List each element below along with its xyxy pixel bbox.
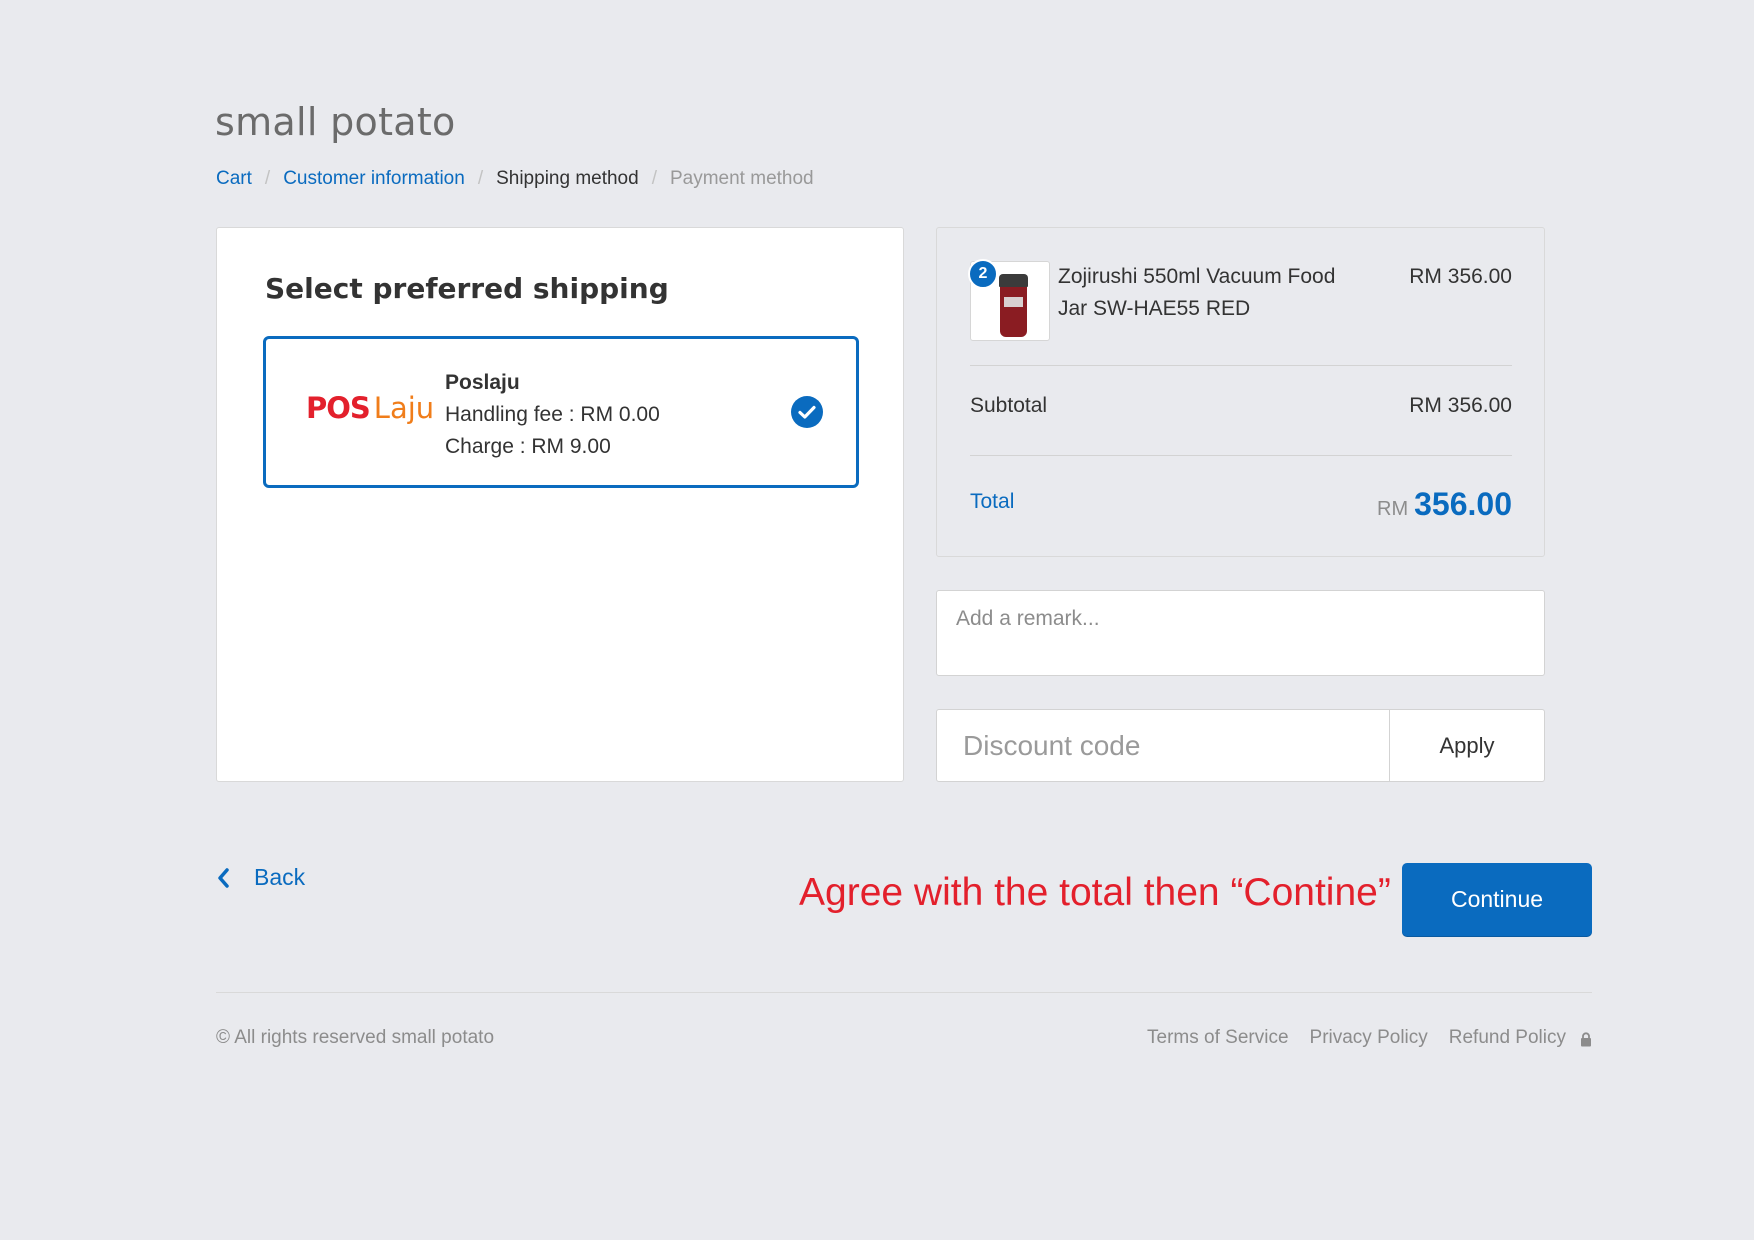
shipping-option-poslaju[interactable]: POS Laju Poslaju Handling fee : RM 0.00 C… <box>263 336 859 488</box>
subtotal-value: RM 356.00 <box>1409 394 1512 417</box>
shipping-heading: Select preferred shipping <box>265 272 669 305</box>
food-jar-image <box>999 274 1028 337</box>
breadcrumb-customer-information[interactable]: Customer information <box>283 168 465 190</box>
breadcrumb-separator: / <box>477 168 484 189</box>
breadcrumb-payment-method: Payment method <box>669 168 814 189</box>
remark-input[interactable] <box>936 590 1545 676</box>
breadcrumb: Cart / Customer information / Shipping m… <box>216 168 814 190</box>
breadcrumb-cart[interactable]: Cart <box>216 168 252 190</box>
terms-of-service-link[interactable]: Terms of Service <box>1147 1027 1288 1049</box>
logo-pos-text: POS <box>306 391 371 425</box>
breadcrumb-separator: / <box>264 168 271 189</box>
apply-button[interactable]: Apply <box>1389 710 1544 781</box>
refund-policy-link[interactable]: Refund Policy <box>1449 1027 1566 1049</box>
annotation-text: Agree with the total then “Contine” <box>799 871 1391 914</box>
quantity-badge: 2 <box>968 259 998 289</box>
discount-code-input[interactable] <box>937 710 1389 781</box>
check-circle-icon[interactable] <box>791 396 823 428</box>
continue-button[interactable]: Continue <box>1402 863 1592 936</box>
footer-divider <box>216 992 1592 993</box>
shipping-charge: Charge : RM 9.00 <box>445 435 611 458</box>
order-summary: 2 Zojirushi 550ml Vacuum Food Jar SW-HAE… <box>936 227 1545 557</box>
privacy-policy-link[interactable]: Privacy Policy <box>1310 1027 1428 1049</box>
summary-divider <box>970 455 1512 456</box>
shipping-name: Poslaju <box>445 371 520 394</box>
summary-divider <box>970 365 1512 366</box>
total-label: Total <box>970 490 1015 513</box>
back-label: Back <box>254 864 306 890</box>
product-name: Zojirushi 550ml Vacuum Food Jar SW-HAE55… <box>1058 265 1336 320</box>
chevron-left-icon <box>216 867 230 889</box>
shipping-details: Poslaju Handling fee : RM 0.00 Charge : … <box>445 367 660 463</box>
product-price: RM 356.00 <box>1409 265 1512 288</box>
logo-laju-text: Laju <box>373 391 435 425</box>
poslaju-logo: POS Laju <box>306 391 434 425</box>
total-currency: RM <box>1377 498 1409 520</box>
handling-fee: Handling fee : RM 0.00 <box>445 403 660 426</box>
subtotal-label: Subtotal <box>970 394 1048 417</box>
breadcrumb-separator: / <box>651 168 657 189</box>
total-value: RM 356.00 <box>1377 486 1512 523</box>
total-amount: 356.00 <box>1414 486 1512 522</box>
copyright: © All rights reserved small potato <box>216 1027 495 1048</box>
back-link[interactable]: Back <box>216 864 305 891</box>
breadcrumb-shipping-method: Shipping method <box>496 168 639 189</box>
shop-title: small potato <box>215 100 456 144</box>
product-thumbnail: 2 <box>968 259 1050 341</box>
shipping-panel: Select preferred shipping POS Laju Poslaj… <box>216 227 904 782</box>
footer-links: Terms of Service Privacy Policy Refund P… <box>1126 1027 1592 1049</box>
discount-form: Apply <box>936 709 1545 782</box>
lock-icon <box>1580 1031 1592 1046</box>
